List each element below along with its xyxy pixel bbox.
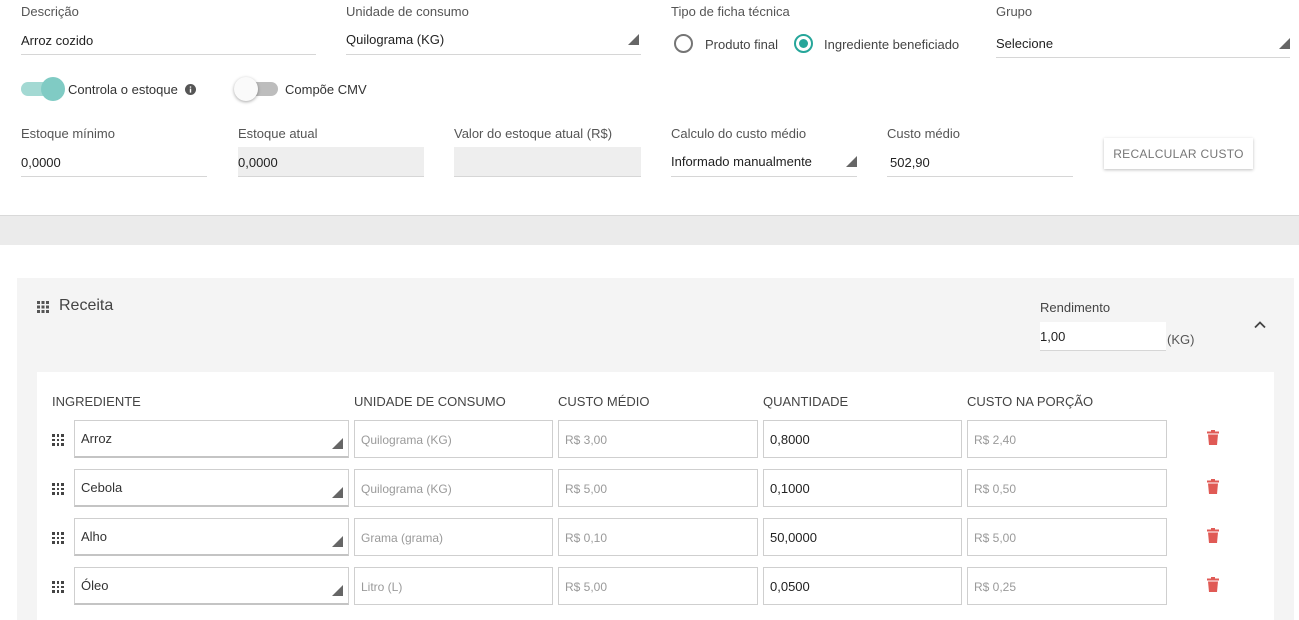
unidade-label: Unidade de consumo: [346, 4, 469, 19]
ingrediente-value: Óleo: [81, 578, 109, 593]
select-caret-icon: [332, 585, 343, 596]
estoque-atual-field: 0,0000: [238, 147, 424, 177]
recalcular-custo-button[interactable]: RECALCULAR CUSTO: [1104, 138, 1253, 169]
unidade-value: Quilograma (KG): [346, 32, 445, 47]
valor-estoque-field: [454, 147, 641, 177]
ingrediente-value: Arroz: [81, 431, 113, 446]
estoque-atual-label: Estoque atual: [238, 126, 318, 141]
trash-icon[interactable]: [1207, 577, 1219, 592]
col-header-custo-porcao: CUSTO NA PORÇÃO: [967, 394, 1094, 409]
ingrediente-value: Alho: [81, 529, 108, 544]
grupo-value: Selecione: [996, 36, 1054, 51]
calculo-value: Informado manualmente: [671, 154, 812, 169]
col-header-ingrediente: INGREDIENTE: [52, 394, 141, 409]
grupo-label: Grupo: [996, 4, 1033, 19]
tipo-label: Tipo de ficha técnica: [671, 4, 790, 19]
custo-medio-cell: R$ 5,00: [558, 469, 758, 507]
calculo-label: Calculo do custo médio: [671, 126, 807, 141]
rendimento-label: Rendimento: [1040, 300, 1111, 315]
quantidade-input[interactable]: 0,1000: [763, 469, 962, 507]
custo-medio-value: 502,90: [890, 155, 930, 170]
custo-porcao-cell: R$ 0,25: [967, 567, 1167, 605]
drag-handle-icon[interactable]: [52, 581, 64, 593]
trash-icon[interactable]: [1207, 528, 1219, 543]
ingrediente-value: Cebola: [81, 480, 123, 495]
receita-title: Receita: [59, 297, 114, 314]
unidade-cell: Grama (grama): [354, 518, 553, 556]
chevron-up-icon[interactable]: [1254, 320, 1266, 329]
quantidade-input[interactable]: 0,8000: [763, 420, 962, 458]
custo-medio-label: Custo médio: [887, 126, 960, 141]
select-caret-icon: [1279, 38, 1290, 49]
info-icon[interactable]: [185, 84, 196, 95]
descricao-value: Arroz cozido: [21, 33, 94, 48]
custo-porcao-cell: R$ 2,40: [967, 420, 1167, 458]
controla-estoque-label: Controla o estoque: [68, 82, 178, 97]
col-header-unidade: UNIDADE DE CONSUMO: [354, 394, 506, 409]
section-divider: [0, 215, 1299, 245]
rendimento-value: 1,00: [1040, 329, 1066, 344]
custo-medio-cell: R$ 0,10: [558, 518, 758, 556]
select-caret-icon: [628, 34, 639, 45]
custo-porcao-cell: R$ 5,00: [967, 518, 1167, 556]
select-caret-icon: [332, 487, 343, 498]
radio-produto-final-label: Produto final: [705, 37, 778, 52]
unidade-cell: Quilograma (KG): [354, 420, 553, 458]
calculo-select[interactable]: Informado manualmente: [671, 148, 857, 177]
compoe-cmv-label: Compõe CMV: [285, 82, 367, 97]
select-caret-icon: [332, 438, 343, 449]
unidade-cell: Litro (L): [354, 567, 553, 605]
controla-estoque-toggle[interactable]: Controla o estoque: [21, 76, 201, 102]
grupo-select[interactable]: Selecione: [996, 30, 1290, 58]
drag-handle-icon[interactable]: [52, 434, 64, 446]
drag-handle-icon[interactable]: [52, 532, 64, 544]
ingrediente-select[interactable]: Arroz: [74, 420, 349, 458]
descricao-field[interactable]: Arroz cozido: [21, 28, 316, 55]
radio-produto-final[interactable]: Produto final: [674, 34, 784, 56]
estoque-minimo-value: 0,0000: [21, 155, 61, 170]
radio-checked-icon: [794, 34, 813, 53]
quantidade-input[interactable]: 0,0500: [763, 567, 962, 605]
select-caret-icon: [332, 536, 343, 547]
custo-medio-cell: R$ 3,00: [558, 420, 758, 458]
trash-icon[interactable]: [1207, 479, 1219, 494]
rendimento-unit: (KG): [1167, 332, 1195, 347]
quantidade-input[interactable]: 50,0000: [763, 518, 962, 556]
unidade-select[interactable]: Quilograma (KG): [346, 28, 641, 55]
toggle-knob: [234, 77, 258, 101]
ingrediente-select[interactable]: Alho: [74, 518, 349, 556]
radio-ingrediente-beneficiado[interactable]: Ingrediente beneficiado: [794, 34, 969, 56]
ingrediente-select[interactable]: Óleo: [74, 567, 349, 605]
custo-medio-cell: R$ 5,00: [558, 567, 758, 605]
custo-medio-field[interactable]: 502,90: [887, 148, 1073, 177]
valor-estoque-label: Valor do estoque atual (R$): [454, 126, 613, 141]
estoque-minimo-label: Estoque mínimo: [21, 126, 115, 141]
ingrediente-select[interactable]: Cebola: [74, 469, 349, 507]
rendimento-field[interactable]: 1,00: [1040, 322, 1166, 351]
estoque-atual-value: 0,0000: [238, 155, 278, 170]
custo-porcao-cell: R$ 0,50: [967, 469, 1167, 507]
radio-circle-icon: [674, 34, 693, 53]
descricao-label: Descrição: [21, 4, 79, 19]
trash-icon[interactable]: [1207, 430, 1219, 445]
estoque-minimo-field[interactable]: 0,0000: [21, 148, 207, 177]
toggle-knob: [41, 77, 65, 101]
col-header-custo-medio: CUSTO MÉDIO: [558, 394, 650, 409]
radio-ingrediente-label: Ingrediente beneficiado: [824, 37, 960, 52]
compoe-cmv-toggle[interactable]: Compõe CMV: [234, 76, 374, 102]
unidade-cell: Quilograma (KG): [354, 469, 553, 507]
drag-handle-icon[interactable]: [52, 483, 64, 495]
select-caret-icon: [846, 156, 857, 167]
grid-icon: [37, 301, 49, 313]
col-header-quantidade: QUANTIDADE: [763, 394, 849, 409]
